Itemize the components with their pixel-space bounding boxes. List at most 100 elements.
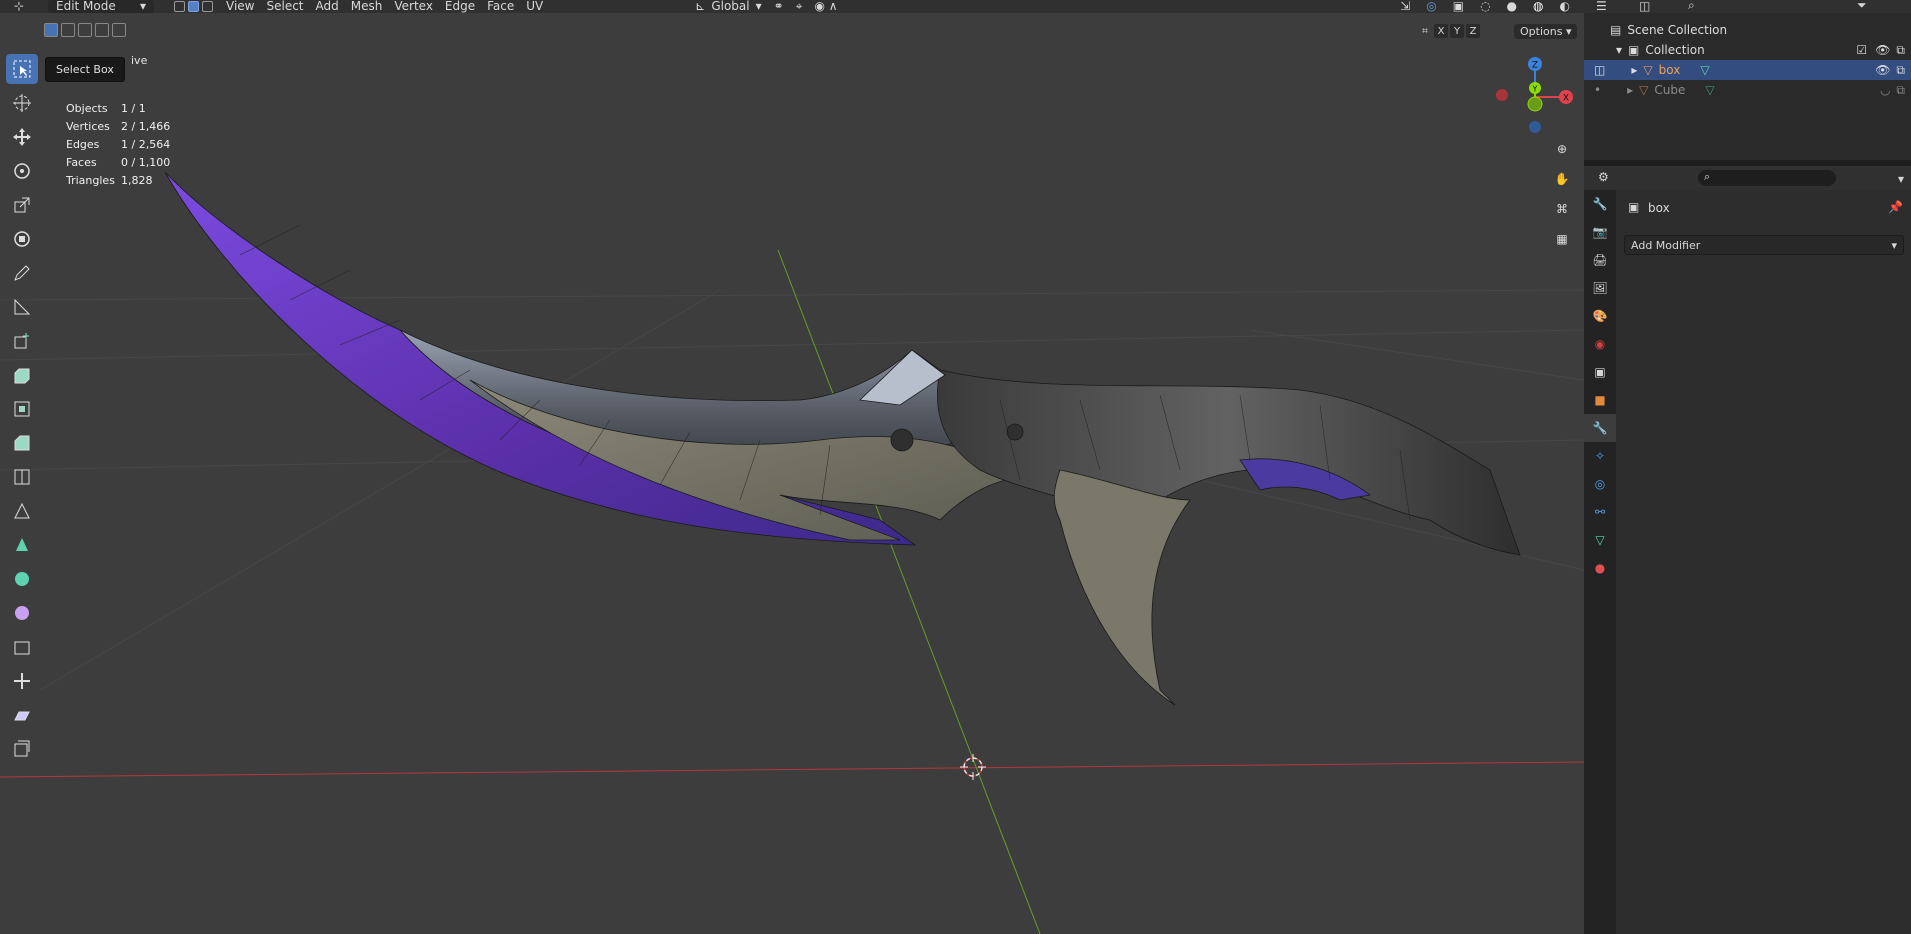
add-cube-tool[interactable] xyxy=(6,326,38,356)
add-modifier-dropdown[interactable]: Add Modifier ▾ xyxy=(1624,235,1904,255)
menu-uv[interactable]: UV xyxy=(520,0,549,13)
eye-icon[interactable]: 👁 xyxy=(1875,63,1890,77)
zoom-icon[interactable]: ⊕ xyxy=(1548,135,1576,163)
scene-tab-icon[interactable]: 🎨 xyxy=(1584,302,1616,330)
axis-x-toggle[interactable]: X xyxy=(1434,24,1448,38)
move-tool[interactable] xyxy=(6,122,38,152)
options-button[interactable]: Options ▾ xyxy=(1514,24,1578,39)
orientation-selector[interactable]: ⊾ Global ▾ xyxy=(689,0,767,13)
chevron-down-icon[interactable]: ▾ xyxy=(1898,172,1904,186)
search-icon[interactable]: ⌕ xyxy=(1688,0,1695,13)
select-intersect-icon[interactable] xyxy=(112,23,126,37)
edge-slide-tool[interactable] xyxy=(6,632,38,662)
rendered-shading-icon[interactable]: ◐ xyxy=(1554,0,1576,13)
extrude-tool[interactable] xyxy=(6,360,38,390)
particles-tab-icon[interactable]: ✧ xyxy=(1584,442,1616,470)
data-tab-icon[interactable]: ▽ xyxy=(1584,526,1616,554)
rip-region-tool[interactable] xyxy=(6,734,38,764)
smooth-tool[interactable] xyxy=(6,598,38,628)
xray-icon[interactable]: ▣ xyxy=(1447,0,1470,13)
object-tab-icon[interactable]: ■ xyxy=(1584,386,1616,414)
tool-tab-icon[interactable]: 🔧 xyxy=(1584,190,1616,218)
menu-edge[interactable]: Edge xyxy=(439,0,481,13)
proportional-edit-icon[interactable]: ◉ ∧ xyxy=(808,0,843,13)
spin-tool[interactable] xyxy=(6,564,38,594)
world-tab-icon[interactable]: ◉ xyxy=(1584,330,1616,358)
eye-hidden-icon[interactable]: ◡ xyxy=(1880,83,1890,97)
inset-tool[interactable] xyxy=(6,394,38,424)
poly-build-tool[interactable] xyxy=(6,530,38,560)
select-new-icon[interactable] xyxy=(44,23,58,37)
edge-select-icon[interactable] xyxy=(188,1,199,12)
scale-tool[interactable] xyxy=(6,190,38,220)
vertex-select-icon[interactable] xyxy=(174,1,185,12)
loop-cut-tool[interactable] xyxy=(6,462,38,492)
measure-tool[interactable] xyxy=(6,292,38,322)
outliner-item-box[interactable]: ◫ ▸ ▽ box ▽ 👁 ⧉ xyxy=(1584,60,1911,80)
solid-shading-icon[interactable]: ● xyxy=(1501,0,1523,13)
select-invert-icon[interactable] xyxy=(95,23,109,37)
snap-icon[interactable]: ⌖ xyxy=(790,0,809,13)
editor-type-icon[interactable]: ☰ xyxy=(1596,0,1607,13)
gizmo-neg-x[interactable] xyxy=(1496,89,1508,101)
outliner-item-cube[interactable]: • ▸ ▽ Cube ▽ ◡ ⧉ xyxy=(1584,80,1911,100)
outliner-collection[interactable]: ▾ ▣ Collection ☑ 👁 ⧉ xyxy=(1584,40,1911,60)
menu-vertex[interactable]: Vertex xyxy=(388,0,439,13)
checkbox-icon[interactable]: ☑ xyxy=(1856,43,1867,57)
select-subtract-icon[interactable] xyxy=(78,23,92,37)
eye-icon[interactable]: 👁 xyxy=(1875,43,1890,57)
gizmo-neg-y[interactable] xyxy=(1527,96,1543,112)
bevel-tool[interactable] xyxy=(6,428,38,458)
perspective-grid-icon[interactable]: ▦ xyxy=(1548,225,1576,253)
view-layer-tab-icon[interactable]: 🖼 xyxy=(1584,274,1616,302)
menu-face[interactable]: Face xyxy=(481,0,520,13)
editor-type-icon[interactable]: ⊹ xyxy=(8,0,30,13)
rotate-tool[interactable] xyxy=(6,156,38,186)
wireframe-shading-icon[interactable]: ◌ xyxy=(1474,0,1496,13)
navigation-gizmo[interactable]: Z X Y xyxy=(1490,52,1580,142)
gizmo-neg-z[interactable] xyxy=(1529,121,1541,133)
3d-viewport[interactable]: ⊹ Edit Mode ▾ View Select Add Mesh Verte… xyxy=(0,0,1584,934)
editor-type-icon[interactable]: ⚙ xyxy=(1598,170,1609,184)
menu-view[interactable]: View xyxy=(220,0,260,13)
camera-icon[interactable]: ⧉ xyxy=(1896,63,1905,78)
shrink-fatten-tool[interactable] xyxy=(6,666,38,696)
filter-icon[interactable]: ⏷ xyxy=(1857,0,1867,13)
axis-z-toggle[interactable]: Z xyxy=(1466,24,1480,38)
menu-mesh[interactable]: Mesh xyxy=(345,0,389,13)
pivot-icon[interactable]: ⚭ xyxy=(768,0,790,13)
material-tab-icon[interactable]: ● xyxy=(1584,554,1616,582)
face-select-icon[interactable] xyxy=(202,1,213,12)
pan-hand-icon[interactable]: ✋ xyxy=(1548,165,1576,193)
menu-select[interactable]: Select xyxy=(260,0,309,13)
select-box-tool[interactable] xyxy=(6,54,38,84)
camera-icon[interactable]: ⧉ xyxy=(1896,43,1905,58)
3d-cursor[interactable] xyxy=(960,754,986,780)
mode-selector[interactable]: Edit Mode ▾ xyxy=(48,0,154,13)
properties-search-input[interactable]: ⌕ xyxy=(1698,170,1836,186)
annotate-tool[interactable] xyxy=(6,258,38,288)
collection-tab-icon[interactable]: ▣ xyxy=(1584,358,1616,386)
gizmo-toggle-icon[interactable]: ⇲ xyxy=(1394,0,1416,13)
constraints-tab-icon[interactable]: ⚯ xyxy=(1584,498,1616,526)
outliner-scene-collection[interactable]: ▤ Scene Collection xyxy=(1584,20,1911,40)
cursor-tool[interactable] xyxy=(6,88,38,118)
blade-mesh[interactable] xyxy=(164,171,1521,706)
camera-icon[interactable]: ⧉ xyxy=(1896,83,1905,98)
render-tab-icon[interactable]: 📷 xyxy=(1584,218,1616,246)
camera-view-icon[interactable]: ⌘ xyxy=(1548,195,1576,223)
menu-add[interactable]: Add xyxy=(310,0,345,13)
pin-icon[interactable]: 📌 xyxy=(1888,200,1903,214)
select-extend-icon[interactable] xyxy=(61,23,75,37)
overlay-icon[interactable]: ◎ xyxy=(1420,0,1442,13)
material-shading-icon[interactable]: ◍ xyxy=(1527,0,1549,13)
physics-tab-icon[interactable]: ◎ xyxy=(1584,470,1616,498)
transform-tool[interactable] xyxy=(6,224,38,254)
knife-tool[interactable] xyxy=(6,496,38,526)
modifier-tab-icon[interactable]: 🔧 xyxy=(1584,414,1616,442)
output-tab-icon[interactable]: 🖨 xyxy=(1584,246,1616,274)
display-mode-icon[interactable]: ◫ xyxy=(1639,0,1650,13)
scene-collection-icon: ▤ xyxy=(1610,23,1622,37)
shear-tool[interactable] xyxy=(6,700,38,730)
axis-y-toggle[interactable]: Y xyxy=(1450,24,1464,38)
